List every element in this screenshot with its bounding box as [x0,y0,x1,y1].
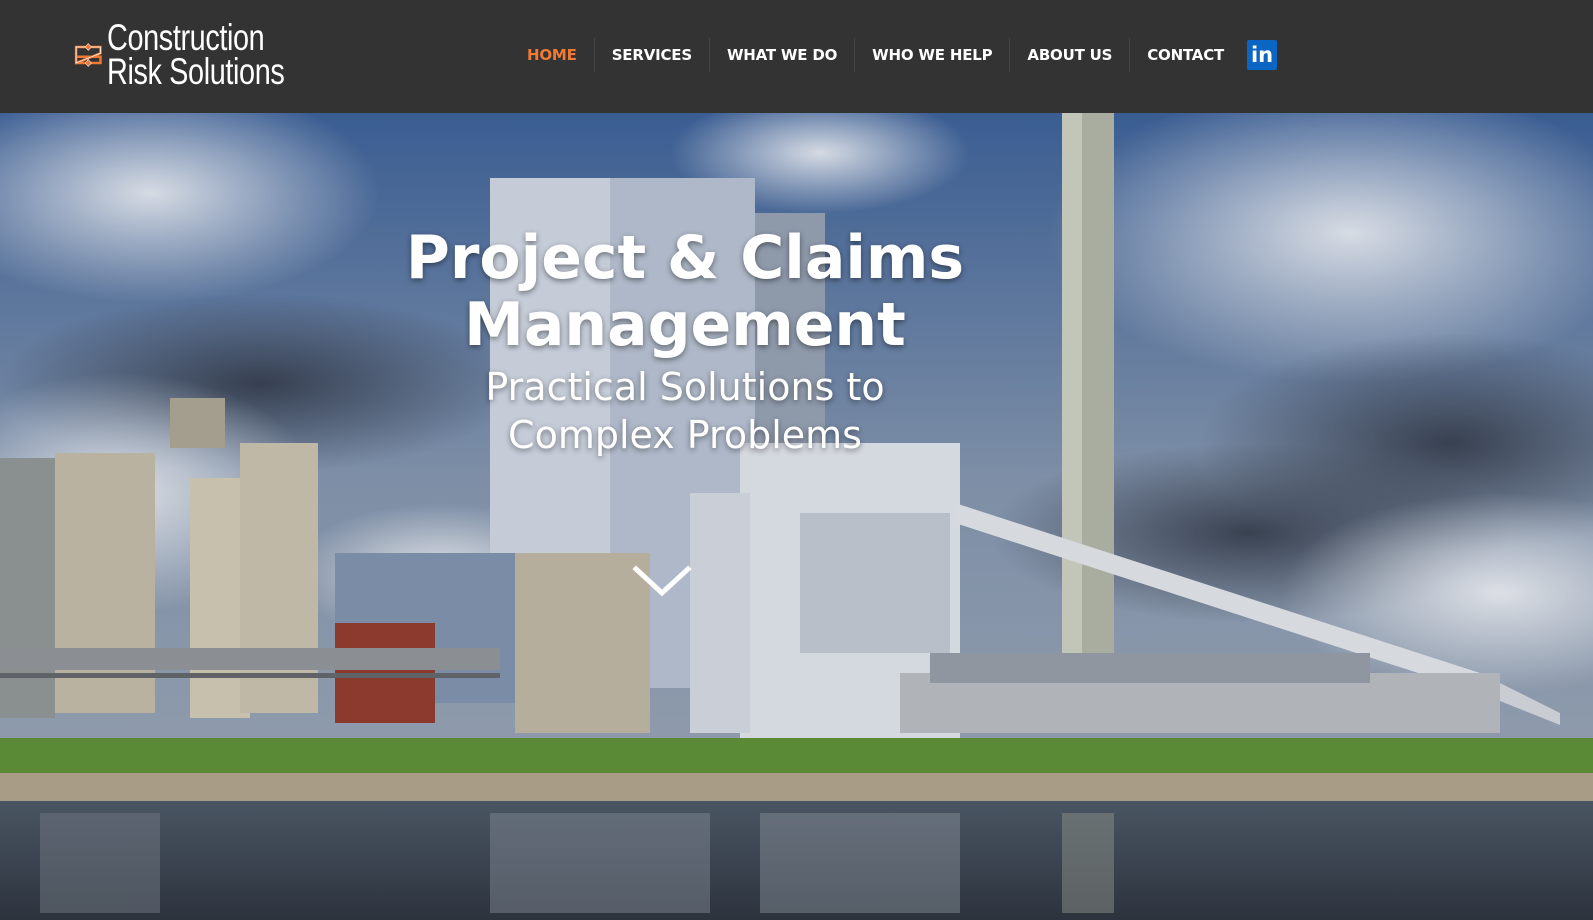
chevron-down-icon[interactable] [630,563,694,599]
logo[interactable]: Construction Risk Solutions [74,17,334,93]
nav-item-who-we-help[interactable]: WHO WE HELP [854,38,1009,72]
nav-item-about-us[interactable]: ABOUT US [1009,38,1129,72]
hero-subtitle-line-1: Practical Solutions to [485,365,885,409]
logo-line-1: Construction [106,17,265,58]
hero-section: Project & Claims Management Practical So… [0,113,1593,920]
main-nav: HOME SERVICES WHAT WE DO WHO WE HELP ABO… [510,37,1278,73]
site-header: Construction Risk Solutions HOME SERVICE… [0,0,1593,113]
hero-title-line-2: Management [464,290,906,360]
nav-item-services[interactable]: SERVICES [593,38,709,72]
logo-mark-icon [74,43,102,67]
hero-title: Project & Claims Management [340,225,1030,359]
hero-title-line-1: Project & Claims [405,223,965,293]
logo-text: Construction Risk Solutions [106,17,285,92]
hero-subtitle-line-2: Complex Problems [508,413,862,457]
nav-item-contact[interactable]: CONTACT [1129,38,1241,72]
logo-line-2: Risk Solutions [106,51,285,92]
nav-item-home[interactable]: HOME [510,38,594,72]
linkedin-icon[interactable]: in [1247,40,1278,70]
hero-subtitle: Practical Solutions to Complex Problems [390,363,980,459]
nav-item-what-we-do[interactable]: WHAT WE DO [708,38,854,72]
